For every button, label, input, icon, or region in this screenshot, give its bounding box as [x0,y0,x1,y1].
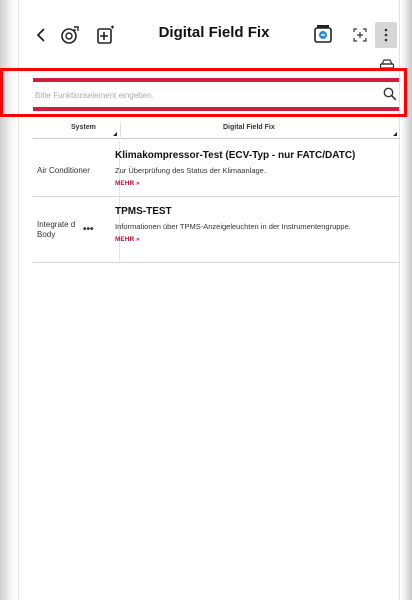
page-title: Digital Field Fix [158,24,270,41]
frame-right-edge [400,0,412,600]
more-link[interactable]: MEHR » [115,236,395,243]
diagnostic-device-icon[interactable] [57,22,83,48]
search-bar [33,84,399,106]
more-link[interactable]: MEHR » [115,180,395,187]
field-fix-cell: Klimakompressor-Test (ECV-Typ - nur FATC… [115,149,395,187]
more-vertical-icon[interactable] [375,22,397,48]
add-device-icon[interactable] [93,22,119,48]
car-icon [379,58,395,71]
field-fix-title[interactable]: TPMS-TEST [115,205,395,218]
table-row[interactable]: Air Conditioner Klimakompressor-Test (EC… [33,141,399,197]
field-fix-description: Informationen über TPMS-Anzeigeleuchten … [115,222,351,231]
app-window: Digital Field Fix Bitte Funktionselement… [18,0,400,600]
column-header-system[interactable]: System [71,124,96,131]
field-fix-title[interactable]: Klimakompressor-Test (ECV-Typ - nur FATC… [115,149,395,162]
system-name: Integrate d Body [37,220,76,239]
sort-icon[interactable] [113,132,117,136]
field-fix-description: Zur Überprüfung des Status der Klimaanla… [115,166,266,175]
ellipsis-icon[interactable]: ••• [83,224,94,235]
sort-icon[interactable] [393,132,397,136]
vehicle-data-icon[interactable] [311,22,337,48]
system-name: Air Conditioner [37,166,90,175]
search-accent-bottom [33,107,399,111]
column-divider [120,123,121,137]
scan-icon[interactable] [347,22,373,48]
search-input[interactable] [33,84,373,106]
table-row[interactable]: Integrate d Body ••• TPMS-TEST Informati… [33,197,399,263]
search-accent-top [33,78,399,82]
search-icon[interactable] [383,87,399,103]
top-bar: Digital Field Fix [19,18,401,52]
table-header: System Digital Field Fix [33,121,399,139]
back-arrow-icon[interactable] [29,22,53,48]
field-fix-cell: TPMS-TEST Informationen über TPMS-Anzeig… [115,205,395,243]
frame-left-edge [0,0,18,600]
column-header-digital-field-fix[interactable]: Digital Field Fix [223,124,275,131]
